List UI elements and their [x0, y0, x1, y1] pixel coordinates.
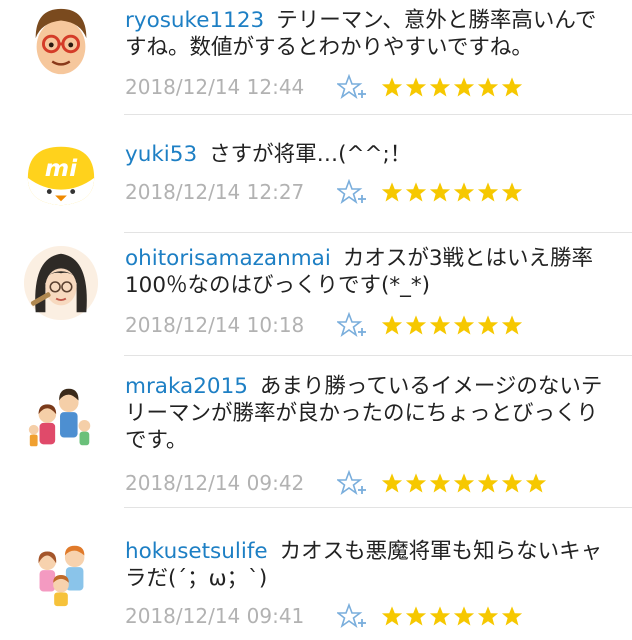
username-link[interactable]: hokusetsulife	[125, 539, 268, 564]
mi-chick-avatar[interactable]: mi	[22, 135, 100, 213]
family-avatar[interactable]	[22, 379, 100, 457]
star-icon	[381, 473, 403, 493]
star-icon	[381, 315, 403, 335]
comment-item: ohitorisamazanmai カオスが3戦とはいえ勝率100％なのはびっくり…	[0, 233, 632, 356]
username-link[interactable]: ohitorisamazanmai	[125, 246, 331, 271]
add-star-icon[interactable]	[337, 312, 367, 338]
star-icon	[429, 77, 451, 97]
comment-text: ryosuke1123 テリーマン、意外と勝率高いんですね。数値がするとわかりやす…	[125, 7, 605, 61]
add-star-icon[interactable]	[337, 179, 367, 205]
add-star-icon[interactable]	[337, 74, 367, 100]
star-icon	[477, 606, 499, 626]
comment-meta: 2018/12/14 10:18	[125, 310, 523, 340]
star-icon	[477, 315, 499, 335]
star-rating	[381, 472, 547, 494]
comment-meta: 2018/12/14 12:27	[125, 177, 523, 207]
comment-item: mi yuki53 さすが将軍…(^^;！ 2018/12/14 12:27	[0, 115, 632, 233]
timestamp: 2018/12/14 12:44	[125, 75, 305, 99]
comment-meta: 2018/12/14 09:41	[125, 601, 523, 631]
star-icon	[453, 182, 475, 202]
family-hug-avatar[interactable]	[22, 534, 100, 612]
comment-text: yuki53 さすが将軍…(^^;！	[125, 141, 605, 168]
comment-meta: 2018/12/14 12:44	[125, 72, 523, 102]
glasses-man-avatar[interactable]	[22, 3, 100, 81]
star-icon	[405, 77, 427, 97]
star-icon	[381, 606, 403, 626]
star-icon	[525, 473, 547, 493]
star-icon	[453, 473, 475, 493]
star-icon	[477, 473, 499, 493]
comment-message: さすが将軍…(^^;！	[209, 142, 412, 167]
star-icon	[453, 77, 475, 97]
comment-text: mraka2015 あまり勝っているイメージのないテリーマンが勝率が良かったのにち…	[125, 373, 605, 454]
timestamp: 2018/12/14 09:42	[125, 471, 305, 495]
star-icon	[453, 315, 475, 335]
star-icon	[501, 182, 523, 202]
star-icon	[453, 606, 475, 626]
star-icon	[405, 606, 427, 626]
long-hair-woman-avatar[interactable]	[22, 244, 100, 322]
star-icon	[405, 315, 427, 335]
star-icon	[501, 473, 523, 493]
timestamp: 2018/12/14 12:27	[125, 180, 305, 204]
star-icon	[381, 182, 403, 202]
star-icon	[501, 606, 523, 626]
star-rating	[381, 181, 523, 203]
star-icon	[477, 77, 499, 97]
star-rating	[381, 605, 523, 627]
comment-item: hokusetsulife カオスも悪魔将軍も知らないキャラだ(´；ω；`) 20…	[0, 508, 632, 640]
star-icon	[429, 315, 451, 335]
star-icon	[501, 315, 523, 335]
star-icon	[501, 77, 523, 97]
username-link[interactable]: mraka2015	[125, 374, 248, 399]
comment-text: hokusetsulife カオスも悪魔将軍も知らないキャラだ(´；ω；`)	[125, 538, 605, 592]
comment-item: mraka2015 あまり勝っているイメージのないテリーマンが勝率が良かったのにち…	[0, 356, 632, 508]
add-star-icon[interactable]	[337, 470, 367, 496]
comment-meta: 2018/12/14 09:42	[125, 468, 547, 498]
username-link[interactable]: ryosuke1123	[125, 8, 264, 33]
star-icon	[405, 182, 427, 202]
star-icon	[477, 182, 499, 202]
star-icon	[429, 473, 451, 493]
star-icon	[405, 473, 427, 493]
timestamp: 2018/12/14 10:18	[125, 313, 305, 337]
comment-text: ohitorisamazanmai カオスが3戦とはいえ勝率100％なのはびっくり…	[125, 245, 605, 299]
star-rating	[381, 314, 523, 336]
comment-item: ryosuke1123 テリーマン、意外と勝率高いんですね。数値がするとわかりやす…	[0, 0, 632, 115]
add-star-icon[interactable]	[337, 603, 367, 629]
svg-text:mi: mi	[45, 154, 78, 182]
timestamp: 2018/12/14 09:41	[125, 604, 305, 628]
star-icon	[429, 606, 451, 626]
username-link[interactable]: yuki53	[125, 142, 197, 167]
star-icon	[381, 77, 403, 97]
star-rating	[381, 76, 523, 98]
star-icon	[429, 182, 451, 202]
